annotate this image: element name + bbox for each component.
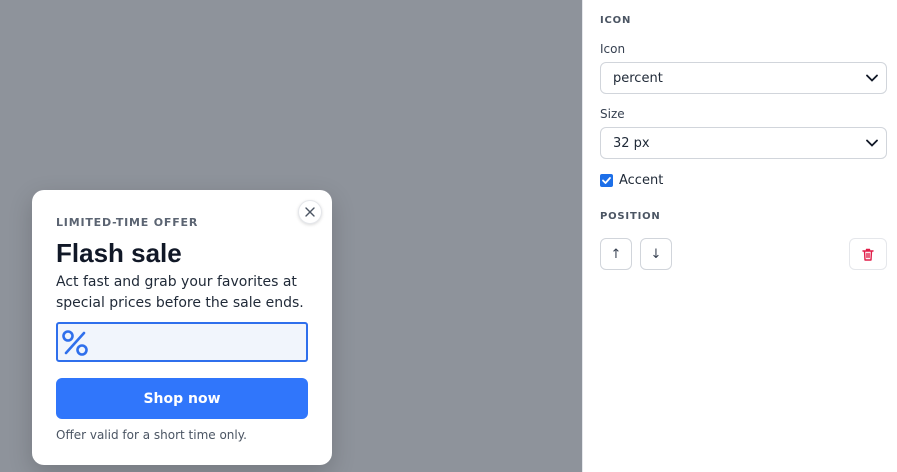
icon-select-value: percent [613, 71, 663, 86]
percent-icon [62, 330, 88, 356]
icon-section-title: ICON [600, 15, 632, 26]
size-field-label: Size [600, 107, 625, 121]
close-icon [305, 207, 315, 217]
chevron-down-icon [866, 139, 878, 147]
shop-now-button[interactable]: Shop now [56, 378, 308, 419]
chevron-down-icon [866, 74, 878, 82]
popup-body: Act fast and grab your favorites at spec… [56, 274, 304, 311]
selected-icon-block[interactable] [56, 322, 308, 362]
properties-panel: ICON Icon percent Size 32 px Accent POSI… [582, 0, 897, 472]
popup-headline: Flash sale [56, 238, 182, 268]
accent-checkbox[interactable] [600, 174, 613, 187]
move-down-button[interactable]: ↓ [640, 238, 672, 270]
size-select-value: 32 px [613, 136, 650, 151]
popup-eyebrow: LIMITED-TIME OFFER [56, 216, 199, 229]
delete-button[interactable] [849, 238, 887, 270]
position-section-title: POSITION [600, 211, 661, 222]
size-select[interactable]: 32 px [600, 127, 887, 159]
icon-field-label: Icon [600, 42, 626, 56]
checkmark-icon [602, 177, 611, 184]
popup-footnote: Offer valid for a short time only. [56, 428, 247, 442]
popup-card: LIMITED-TIME OFFER Flash sale Act fast a… [32, 190, 332, 465]
trash-icon [862, 248, 874, 261]
preview-canvas: LIMITED-TIME OFFER Flash sale Act fast a… [0, 0, 582, 472]
close-button[interactable] [298, 200, 322, 224]
move-up-button[interactable]: ↑ [600, 238, 632, 270]
icon-select[interactable]: percent [600, 62, 887, 94]
accent-label: Accent [619, 173, 664, 188]
